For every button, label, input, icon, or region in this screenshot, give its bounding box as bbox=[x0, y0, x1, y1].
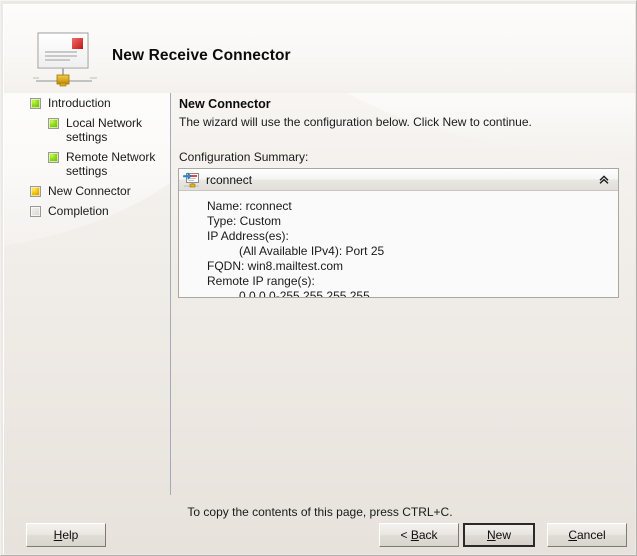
page-title: New Receive Connector bbox=[112, 47, 291, 64]
summary-line: IP Address(es): bbox=[207, 229, 289, 243]
connector-node-icon bbox=[183, 171, 200, 188]
configuration-summary-panel: rconnect Name: rconnect Type: Custom IP Ad… bbox=[178, 168, 619, 298]
configuration-summary-label: Configuration Summary: bbox=[179, 150, 309, 164]
sidebar-item-label: New Connector bbox=[48, 184, 131, 198]
wizard-step-sidebar: Introduction Local Network settings Remote… bbox=[4, 93, 170, 493]
sidebar-item-new-connector: New Connector bbox=[4, 181, 170, 201]
step-status-icon bbox=[48, 118, 59, 129]
wizard-window: New Receive Connector Introduction Local … bbox=[0, 0, 637, 556]
summary-panel-header[interactable]: rconnect bbox=[179, 169, 618, 191]
help-button[interactable]: Help bbox=[26, 523, 106, 547]
step-status-icon bbox=[30, 98, 41, 109]
copy-hint-text: To copy the contents of this page, press… bbox=[187, 505, 453, 519]
back-button[interactable]: < Back bbox=[379, 523, 459, 547]
sidebar-item-introduction: Introduction bbox=[4, 93, 170, 113]
new-button-label: New bbox=[486, 528, 511, 542]
summary-line: Type: Custom bbox=[207, 214, 282, 228]
summary-connector-name: rconnect bbox=[206, 172, 253, 187]
content-description: The wizard will use the configuration be… bbox=[179, 115, 532, 129]
cancel-button-label: Cancel bbox=[568, 528, 606, 542]
wizard-header: New Receive Connector bbox=[4, 5, 635, 93]
summary-line: (All Available IPv4): Port 25 bbox=[239, 244, 385, 258]
step-list: Introduction Local Network settings Remote… bbox=[4, 93, 170, 221]
sidebar-item-label: Local Network settings bbox=[66, 116, 143, 144]
step-status-icon bbox=[48, 152, 59, 163]
wizard-content-pane: New Connector The wizard will use the co… bbox=[171, 93, 635, 495]
sidebar-item-label: Introduction bbox=[48, 96, 111, 110]
receive-connector-icon bbox=[32, 31, 100, 89]
help-button-label: Help bbox=[53, 528, 79, 542]
sidebar-item-completion: Completion bbox=[4, 201, 170, 221]
sidebar-item-remote-network-settings: Remote Network settings bbox=[4, 147, 170, 181]
sidebar-item-local-network-settings: Local Network settings bbox=[4, 113, 170, 147]
new-button[interactable]: New bbox=[463, 523, 535, 547]
chevron-double-up-icon[interactable] bbox=[596, 172, 612, 188]
sidebar-item-label: Remote Network settings bbox=[66, 150, 156, 178]
wizard-inner-frame: New Receive Connector Introduction Local … bbox=[3, 4, 635, 554]
step-status-icon bbox=[30, 186, 41, 197]
summary-line: 0.0.0.0-255.255.255.255 bbox=[239, 289, 370, 298]
back-button-label: < Back bbox=[400, 528, 438, 542]
summary-line: Name: rconnect bbox=[207, 199, 292, 213]
step-status-icon bbox=[30, 206, 41, 217]
cancel-button[interactable]: Cancel bbox=[547, 523, 627, 547]
summary-panel-body: Name: rconnect Type: Custom IP Address(es)… bbox=[179, 191, 618, 297]
summary-line: FQDN: win8.mailtest.com bbox=[207, 259, 344, 273]
summary-line: Remote IP range(s): bbox=[207, 274, 315, 288]
content-heading: New Connector bbox=[179, 97, 271, 111]
sidebar-item-label: Completion bbox=[48, 204, 109, 218]
